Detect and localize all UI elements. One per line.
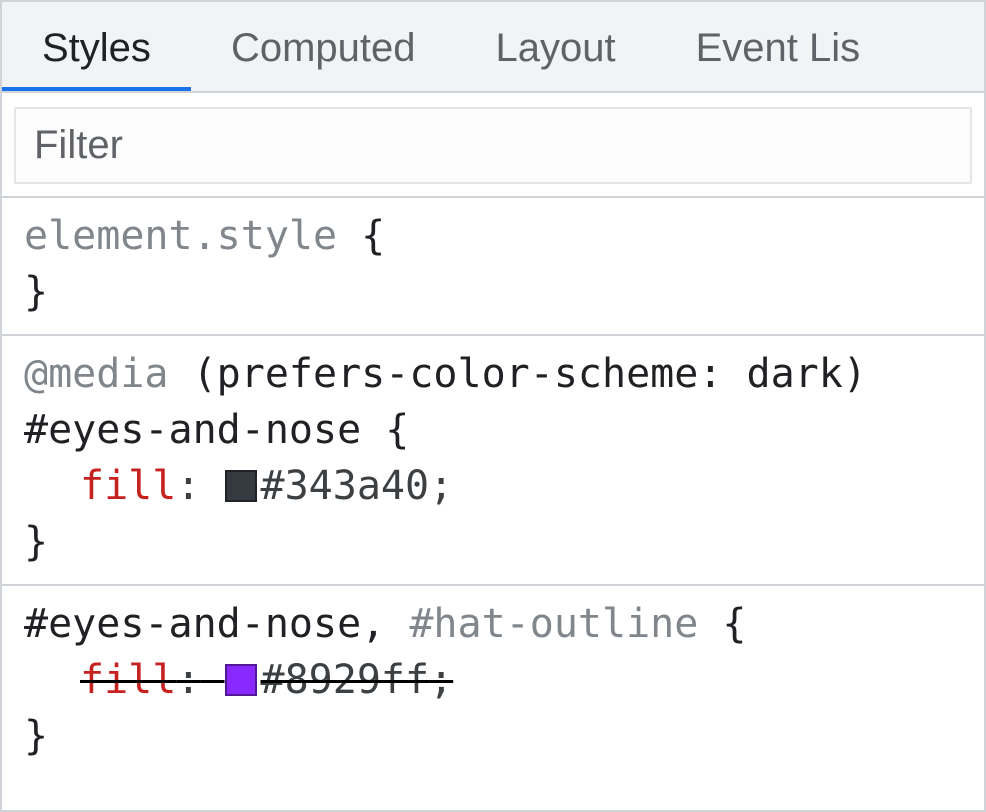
property-value: #343a40 <box>261 463 430 509</box>
rules-list: element.style { } @media (prefers-color-… <box>2 198 984 810</box>
selector-eyes-and-nose: #eyes-and-nose <box>24 407 361 453</box>
brace-open: { <box>385 407 409 453</box>
brace-close: } <box>24 519 48 565</box>
declaration-fill-base[interactable]: fill: #8929ff; <box>24 652 962 708</box>
rule-element-style[interactable]: element.style { } <box>2 198 984 336</box>
selector-element-style: element.style <box>24 213 337 259</box>
tab-event-listeners[interactable]: Event Lis <box>656 2 901 91</box>
color-swatch-icon[interactable] <box>225 470 257 502</box>
selector-eyes-and-nose: #eyes-and-nose <box>24 601 361 647</box>
brace-close: } <box>24 269 48 315</box>
semicolon: ; <box>429 463 453 509</box>
brace-open-char: { <box>361 213 385 259</box>
brace-close: } <box>24 713 48 759</box>
selector-hat-outline: #hat-outline <box>409 601 698 647</box>
property-name: fill <box>80 463 176 509</box>
rule-base[interactable]: #eyes-and-nose, #hat-outline { fill: #89… <box>2 586 984 778</box>
styles-panel: Styles Computed Layout Event Lis element… <box>0 0 986 812</box>
filter-row <box>2 93 984 198</box>
declaration-fill-dark[interactable]: fill: #343a40; <box>24 458 962 514</box>
property-name: fill <box>80 657 176 703</box>
tab-bar: Styles Computed Layout Event Lis <box>2 2 984 93</box>
brace-open: { <box>722 601 746 647</box>
at-media-keyword: @media <box>24 351 169 397</box>
filter-input[interactable] <box>14 107 972 184</box>
property-value: #8929ff <box>261 657 430 703</box>
tab-layout[interactable]: Layout <box>456 2 656 91</box>
colon: : <box>176 463 200 509</box>
media-condition: (prefers-color-scheme: dark) <box>193 351 867 397</box>
rule-media-dark[interactable]: @media (prefers-color-scheme: dark) #eye… <box>2 336 984 586</box>
tab-computed[interactable]: Computed <box>191 2 456 91</box>
tab-styles[interactable]: Styles <box>2 2 191 91</box>
colon: : <box>176 657 200 703</box>
semicolon: ; <box>429 657 453 703</box>
color-swatch-icon[interactable] <box>225 664 257 696</box>
selector-comma: , <box>361 601 385 647</box>
